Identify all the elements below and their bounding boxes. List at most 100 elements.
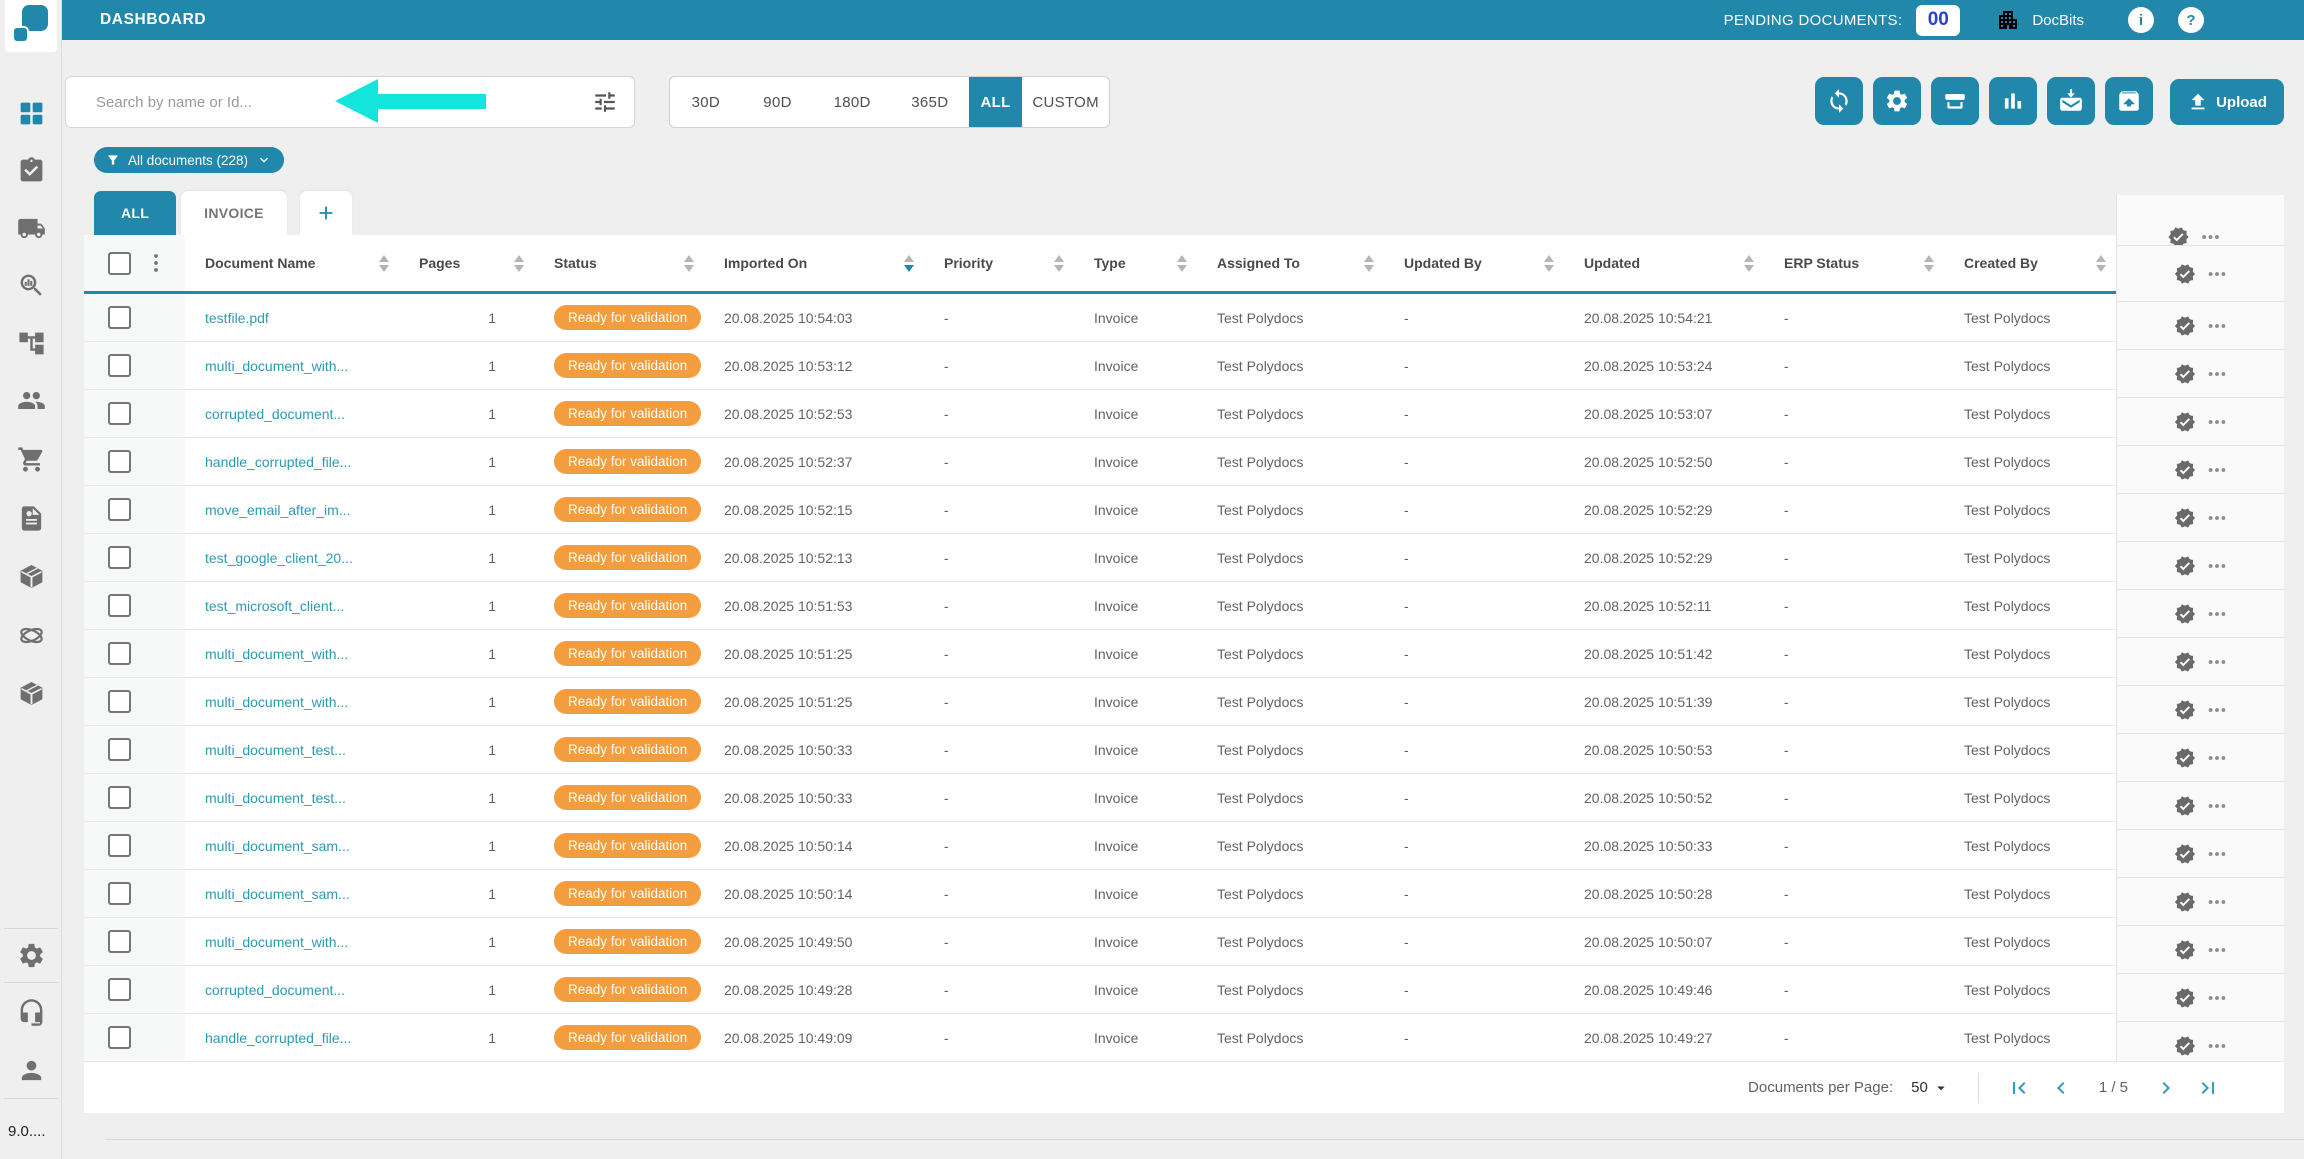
date-range-90d[interactable]: 90D bbox=[742, 77, 814, 127]
row-more-actions-icon[interactable] bbox=[2206, 459, 2228, 481]
row-checkbox[interactable] bbox=[108, 786, 131, 809]
row-checkbox[interactable] bbox=[108, 306, 131, 329]
row-checkbox[interactable] bbox=[108, 402, 131, 425]
next-page-button[interactable] bbox=[2154, 1076, 2178, 1100]
row-more-actions-icon[interactable] bbox=[2206, 987, 2228, 1009]
sidebar-item-tasks-clipboard-icon[interactable] bbox=[16, 155, 46, 185]
column-header-priority[interactable]: Priority bbox=[924, 235, 1074, 291]
document-name-link[interactable]: corrupted_document... bbox=[205, 982, 345, 998]
sidebar-item-users-icon[interactable] bbox=[16, 385, 46, 415]
sort-arrows-icon[interactable] bbox=[1924, 255, 1934, 272]
row-checkbox[interactable] bbox=[108, 354, 131, 377]
row-checkbox[interactable] bbox=[108, 498, 131, 521]
row-checkbox[interactable] bbox=[108, 690, 131, 713]
column-header-erp-status[interactable]: ERP Status bbox=[1764, 235, 1944, 291]
sidebar-item-shipping-truck-icon[interactable] bbox=[16, 213, 46, 243]
tab-all[interactable]: ALL bbox=[94, 191, 176, 235]
row-more-actions-icon[interactable] bbox=[2206, 939, 2228, 961]
sidebar-item-support-headset-icon[interactable] bbox=[16, 997, 46, 1027]
row-checkbox[interactable] bbox=[108, 738, 131, 761]
first-page-button[interactable] bbox=[2007, 1076, 2031, 1100]
column-header-updated[interactable]: Updated bbox=[1564, 235, 1764, 291]
date-range-365d[interactable]: 365D bbox=[891, 77, 969, 127]
row-more-actions-icon[interactable] bbox=[2206, 891, 2228, 913]
sort-arrows-icon[interactable] bbox=[1054, 255, 1064, 272]
add-tab-button[interactable] bbox=[300, 191, 352, 235]
document-name-link[interactable]: handle_corrupted_file... bbox=[205, 454, 351, 470]
row-more-actions-icon[interactable] bbox=[2206, 411, 2228, 433]
document-name-link[interactable]: multi_document_with... bbox=[205, 358, 348, 374]
sidebar-item-package-box-alt-icon[interactable] bbox=[16, 678, 46, 708]
per-page-select[interactable]: 50 bbox=[1911, 1079, 1950, 1097]
row-more-actions-icon[interactable] bbox=[2199, 226, 2221, 246]
sidebar-item-integrations-orbit-icon[interactable] bbox=[16, 620, 46, 650]
settings-gear-button[interactable] bbox=[1873, 77, 1921, 125]
row-checkbox[interactable] bbox=[108, 882, 131, 905]
row-checkbox[interactable] bbox=[108, 594, 131, 617]
verified-badge-icon[interactable] bbox=[2174, 651, 2196, 673]
sync-button[interactable] bbox=[1815, 77, 1863, 125]
tab-invoice[interactable]: INVOICE bbox=[181, 191, 287, 235]
verified-badge-icon[interactable] bbox=[2174, 555, 2196, 577]
mail-import-button[interactable] bbox=[2047, 77, 2095, 125]
scanner-button[interactable] bbox=[1931, 77, 1979, 125]
document-name-link[interactable]: corrupted_document... bbox=[205, 406, 345, 422]
row-more-actions-icon[interactable] bbox=[2206, 507, 2228, 529]
row-checkbox[interactable] bbox=[108, 450, 131, 473]
document-name-link[interactable]: multi_document_test... bbox=[205, 742, 346, 758]
column-menu-kebab-icon[interactable] bbox=[144, 251, 168, 275]
sort-arrows-icon[interactable] bbox=[1364, 255, 1374, 272]
bar-chart-button[interactable] bbox=[1989, 77, 2037, 125]
sort-arrows-icon[interactable] bbox=[2096, 255, 2106, 272]
info-icon[interactable]: i bbox=[2128, 7, 2154, 33]
row-checkbox[interactable] bbox=[108, 1026, 131, 1049]
all-documents-filter-chip[interactable]: All documents (228) bbox=[94, 147, 284, 173]
sidebar-item-insights-search-icon[interactable] bbox=[16, 270, 46, 300]
sidebar-item-dashboard-icon[interactable] bbox=[16, 98, 46, 128]
sort-arrows-icon[interactable] bbox=[1744, 255, 1754, 272]
verified-badge-icon[interactable] bbox=[2174, 1035, 2196, 1057]
document-name-link[interactable]: multi_document_with... bbox=[205, 646, 348, 662]
document-name-link[interactable]: multi_document_sam... bbox=[205, 838, 350, 854]
sort-arrows-icon[interactable] bbox=[379, 255, 389, 272]
row-more-actions-icon[interactable] bbox=[2206, 603, 2228, 625]
sort-arrows-icon[interactable] bbox=[904, 255, 914, 272]
row-checkbox[interactable] bbox=[108, 642, 131, 665]
verified-badge-icon[interactable] bbox=[2174, 411, 2196, 433]
row-more-actions-icon[interactable] bbox=[2206, 843, 2228, 865]
select-all-checkbox[interactable] bbox=[108, 252, 131, 275]
sort-arrows-icon[interactable] bbox=[684, 255, 694, 272]
row-more-actions-icon[interactable] bbox=[2206, 263, 2228, 285]
row-more-actions-icon[interactable] bbox=[2206, 363, 2228, 385]
column-header-assigned-to[interactable]: Assigned To bbox=[1197, 235, 1384, 291]
verified-badge-icon[interactable] bbox=[2174, 843, 2196, 865]
sidebar-item-package-box-icon[interactable] bbox=[16, 561, 46, 591]
verified-badge-icon[interactable] bbox=[2174, 747, 2196, 769]
sidebar-item-workflow-tree-icon[interactable] bbox=[16, 328, 46, 358]
row-more-actions-icon[interactable] bbox=[2206, 795, 2228, 817]
verified-badge-icon[interactable] bbox=[2174, 795, 2196, 817]
column-header-created-by[interactable]: Created By bbox=[1944, 235, 2116, 291]
column-header-imported-on[interactable]: Imported On bbox=[704, 235, 924, 291]
sort-arrows-icon[interactable] bbox=[514, 255, 524, 272]
verified-badge-icon[interactable] bbox=[2174, 939, 2196, 961]
verified-badge-icon[interactable] bbox=[2167, 226, 2189, 246]
row-checkbox[interactable] bbox=[108, 930, 131, 953]
document-name-link[interactable]: test_microsoft_client... bbox=[205, 598, 344, 614]
row-more-actions-icon[interactable] bbox=[2206, 699, 2228, 721]
document-name-link[interactable]: multi_document_test... bbox=[205, 790, 346, 806]
sidebar-item-profile-person-icon[interactable] bbox=[16, 1055, 46, 1085]
row-more-actions-icon[interactable] bbox=[2206, 747, 2228, 769]
row-more-actions-icon[interactable] bbox=[2206, 555, 2228, 577]
sidebar-item-settings-gear-icon[interactable] bbox=[16, 940, 46, 970]
upload-button[interactable]: Upload bbox=[2170, 79, 2284, 125]
column-header-status[interactable]: Status bbox=[534, 235, 704, 291]
document-name-link[interactable]: testfile.pdf bbox=[205, 310, 269, 326]
search-input[interactable] bbox=[66, 94, 592, 111]
document-name-link[interactable]: handle_corrupted_file... bbox=[205, 1030, 351, 1046]
row-checkbox[interactable] bbox=[108, 978, 131, 1001]
row-more-actions-icon[interactable] bbox=[2206, 651, 2228, 673]
sidebar-item-invoice-document-icon[interactable] bbox=[16, 503, 46, 533]
verified-badge-icon[interactable] bbox=[2174, 363, 2196, 385]
row-checkbox[interactable] bbox=[108, 834, 131, 857]
